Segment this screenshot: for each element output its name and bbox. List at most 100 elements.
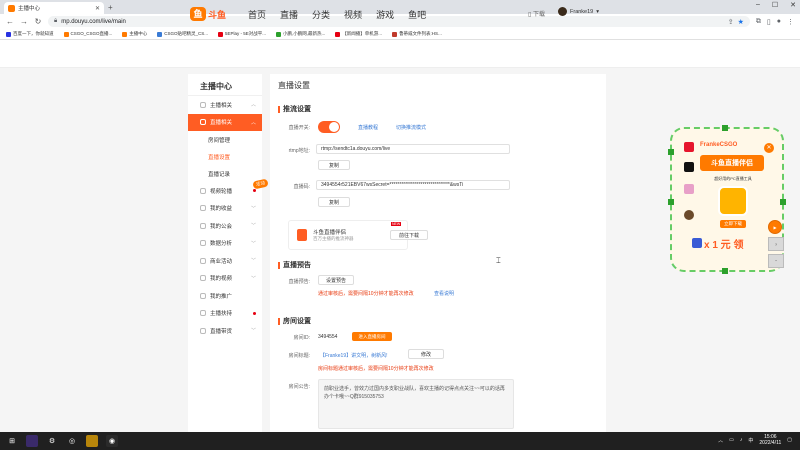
enter-room-button[interactable]: 进入直播房间 (352, 332, 392, 341)
bookmark-item[interactable]: 百度一下，你就知道 (6, 31, 54, 37)
resize-handle[interactable] (722, 268, 728, 274)
sidebar-icon[interactable]: ▯ (767, 18, 771, 26)
reload-icon[interactable]: ↻ (34, 17, 42, 26)
lock-icon: 🔒︎ (54, 18, 58, 24)
window-close-icon[interactable]: ✕ (790, 1, 796, 9)
volume-icon[interactable]: ♪ (740, 437, 743, 443)
game-taskbar-icon[interactable] (86, 435, 98, 447)
bookmark-item[interactable]: 主播中心 (122, 31, 147, 37)
sidebar-item-room-manage[interactable]: 房间管理 (188, 131, 262, 148)
sidebar-item-business[interactable]: 商业活动 ﹀ (188, 252, 262, 270)
chevron-up-icon[interactable]: ︿ (718, 437, 723, 444)
room-notice-textarea[interactable]: 前职业选手，曾效力过国内多支职业战队，喜欢主播的记得点点关注~~可以的话再办个卡… (318, 379, 514, 429)
chart-icon (200, 240, 206, 247)
bookmark-item[interactable]: 【新闻播】单机游... (335, 31, 382, 37)
extensions-icon[interactable]: ⧉ (756, 18, 761, 26)
section-bar (278, 105, 280, 113)
nav-live[interactable]: 直播 (280, 8, 298, 21)
maximize-icon[interactable]: ☐ (772, 1, 778, 9)
sidebar-item-support[interactable]: 主播扶持 (188, 305, 262, 323)
room-title-value: 【Franke19】讲文明，树新风! (320, 353, 388, 359)
live-switch-toggle[interactable] (318, 121, 340, 133)
sidebar-item-commerce[interactable]: 直播带货 ﹀ (188, 322, 262, 340)
new-tab-icon[interactable]: + (108, 3, 113, 12)
sidebar-item-income[interactable]: 我的收益 ﹀ (188, 200, 262, 218)
clock[interactable]: 15:06 2022/4/11 (759, 434, 781, 446)
resize-handle[interactable] (668, 149, 674, 155)
guild-icon (200, 222, 206, 229)
sidebar-item-guild[interactable]: 我的公会 ﹀ (188, 217, 262, 235)
ad-big-text: x 1 元 领 (704, 240, 744, 251)
settings-icon[interactable]: ⚙ (46, 435, 58, 447)
bookmark-item[interactable]: 小鹏,小鹏网,最新热... (276, 31, 325, 37)
ad-download-button[interactable]: 立即下载 (720, 220, 746, 228)
resize-handle[interactable] (780, 199, 786, 205)
bookmark-item[interactable]: 鲁蒂威文件列表:HS... (392, 31, 442, 37)
download-link[interactable]: ▯ 下载 (528, 9, 545, 18)
set-preview-button[interactable]: 设置预告 (318, 275, 354, 285)
network-icon[interactable]: ▭ (729, 437, 734, 443)
sidebar-item-live-settings[interactable]: 直播设置 (188, 148, 262, 165)
sidebar-item-analytics[interactable]: 数据分析 ﹀ (188, 235, 262, 253)
ad-close-icon[interactable]: ✕ (764, 143, 774, 153)
douyu-logo[interactable]: 鱼 斗鱼 (190, 5, 234, 23)
resize-handle[interactable] (722, 125, 728, 131)
steam-icon[interactable]: ◎ (66, 435, 78, 447)
sidebar-item-anchor[interactable]: 主播相关 ︿ (188, 96, 262, 114)
share-icon[interactable]: ⇪ (728, 18, 734, 26)
logo-icon: 鱼 (190, 7, 206, 21)
sidebar-item-promotion[interactable]: 我的推广 (188, 287, 262, 305)
stream-code-field[interactable]: 3494554r521EBV67wsSecret=***************… (316, 180, 510, 190)
weibo-icon (684, 142, 694, 152)
ad-title: FrankeCSGO (700, 142, 738, 148)
play-icon[interactable]: ▶ (768, 220, 782, 234)
support-icon (200, 310, 206, 317)
bookmark-icon (157, 31, 163, 37)
sidebar-item-live-record[interactable]: 直播记录 (188, 165, 262, 182)
preview-help-link[interactable]: 查看说明 (434, 290, 454, 297)
profile-icon[interactable]: ● (777, 18, 781, 25)
help-float-icon[interactable]: ? (768, 237, 784, 251)
chevron-up-icon: ︿ (250, 102, 256, 109)
sidebar-item-my-video[interactable]: 我的视频 ﹀ (188, 270, 262, 288)
sidebar-item-video-loop[interactable]: 视频轮播 活动 (188, 178, 269, 200)
bookmark-item[interactable]: 5EPlay - 5E对战平... (218, 31, 266, 37)
copy-code-button[interactable]: 复制 (318, 197, 350, 207)
forward-icon[interactable]: → (20, 17, 28, 26)
rtmp-address-field[interactable]: rtmp://sendtc1a.douyu.com/live (316, 144, 510, 154)
sidebar: 主播中心 主播相关 ︿ 直播相关 ︿ 房间管理 直播设置 直播记录 视频轮播 活动 我… (188, 74, 269, 432)
nav-yuba[interactable]: 鱼吧 (408, 8, 426, 21)
edit-title-button[interactable]: 修改 (408, 349, 444, 359)
copy-rtmp-button[interactable]: 复制 (318, 160, 350, 170)
page-title: 直播设置 (278, 81, 310, 90)
download-companion-button[interactable]: 前往下载 (390, 230, 428, 240)
chrome-icon[interactable]: ◉ (106, 435, 118, 447)
bookmark-item[interactable]: CSGO贴吧精灵_CS... (157, 31, 208, 37)
nav-game[interactable]: 游戏 (376, 8, 394, 21)
back-icon[interactable]: ← (6, 17, 14, 26)
sidebar-item-live[interactable]: 直播相关 ︿ (188, 113, 262, 131)
nav-video[interactable]: 视频 (344, 8, 362, 21)
app-taskbar-icon[interactable] (26, 435, 38, 447)
minimize-icon[interactable]: – (756, 1, 760, 9)
switch-mode-link[interactable]: 切换推流模式 (396, 124, 426, 131)
room-id-value: 3494554 (318, 334, 338, 340)
browser-tab[interactable]: 主播中心 ✕ (4, 2, 104, 14)
douyu-app-icon (718, 186, 748, 216)
resize-handle[interactable] (668, 199, 674, 205)
nav-category[interactable]: 分类 (312, 8, 330, 21)
title-warning: 房间标题通过审核后，需要间隔10分钟才能再次修改 (318, 366, 434, 372)
top-float-icon[interactable]: ⌃ (768, 254, 784, 268)
bookmark-star-icon[interactable]: ★ (738, 18, 744, 26)
bookmark-item[interactable]: CSGO_CSGO直播... (63, 31, 112, 37)
user-icon (200, 101, 206, 108)
menu-icon[interactable]: ⋮ (787, 18, 794, 26)
help-link[interactable]: 直播教程 (358, 124, 378, 131)
nav-home[interactable]: 首页 (248, 8, 266, 21)
user-menu[interactable]: Franke19 ▾ (558, 7, 599, 16)
windows-start-icon[interactable]: ⊞ (6, 435, 18, 447)
notification-icon[interactable]: ▢ (787, 437, 792, 443)
close-icon[interactable]: ✕ (95, 5, 100, 12)
bookmark-icon (276, 31, 282, 37)
ime-indicator[interactable]: 中 (748, 437, 753, 444)
